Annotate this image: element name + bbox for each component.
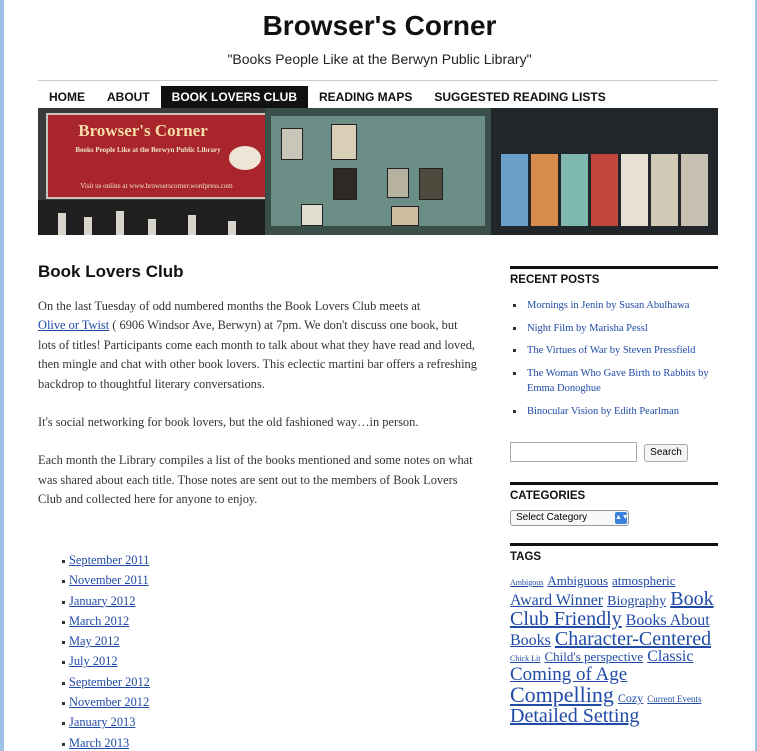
banner-display-case-panel (265, 108, 491, 235)
sidebar: RECENT POSTS Mornings in Jenin by Susan … (510, 266, 718, 726)
nav-book-lovers-club[interactable]: BOOK LOVERS CLUB (160, 86, 309, 108)
meeting-month-list: September 2011 November 2011 January 201… (38, 553, 150, 751)
select-arrows-icon: ▲▼ (615, 512, 629, 524)
tags-heading: TAGS (510, 543, 718, 567)
tag-link[interactable]: Biography (607, 594, 666, 609)
sign-url: Visit us online at www.browserscorner.wo… (80, 182, 233, 190)
month-link[interactable]: May 2012 (38, 634, 150, 654)
tag-link[interactable]: Ambigous (510, 578, 543, 587)
tag-link[interactable]: Compelling (510, 682, 614, 707)
tag-link[interactable]: Classic (647, 648, 693, 665)
sign-speech-bubble (229, 146, 261, 170)
tag-link[interactable]: Current Events (647, 694, 701, 704)
site-title[interactable]: Browser's Corner (4, 10, 755, 42)
networking-paragraph: It's social networking for book lovers, … (38, 415, 419, 430)
month-link[interactable]: November 2012 (38, 695, 150, 715)
main-nav: HOME ABOUT BOOK LOVERS CLUB READING MAPS… (38, 86, 617, 108)
page: Browser's Corner "Books People Like at t… (4, 0, 755, 751)
nav-about[interactable]: ABOUT (96, 86, 161, 108)
display-case (271, 116, 485, 226)
tag-link[interactable]: Ambiguous (547, 573, 608, 588)
tag-link[interactable]: Detailed Setting (510, 705, 639, 727)
month-link[interactable]: March 2012 (38, 614, 150, 634)
category-select[interactable]: Select Category ▲▼ (510, 510, 629, 526)
month-link[interactable]: July 2012 (38, 654, 150, 674)
main-content: Book Lovers Club On the last Tuesday of … (38, 262, 478, 510)
library-sign: Browser's Corner Books People Like at th… (46, 113, 267, 199)
tag-link[interactable]: Cozy (618, 691, 643, 705)
sign-title: Browser's Corner (78, 121, 208, 140)
recent-posts-list: Mornings in Jenin by Susan Abulhawa Nigh… (510, 298, 718, 426)
nav-reading-maps[interactable]: READING MAPS (308, 86, 423, 108)
tag-link[interactable]: Character-Centered (555, 628, 711, 650)
notes-paragraph: Each month the Library compiles a list o… (38, 453, 473, 507)
tag-link[interactable]: atmospheric (612, 573, 676, 588)
header-divider (38, 80, 718, 81)
banner-sign-panel: Browser's Corner Books People Like at th… (38, 108, 267, 235)
intro-paragraph: On the last Tuesday of odd numbered mont… (38, 297, 478, 394)
categories-heading: CATEGORIES (510, 482, 718, 506)
olive-or-twist-link[interactable]: Olive or Twist (38, 318, 109, 332)
tag-link[interactable]: Child's perspective (544, 649, 643, 664)
month-link[interactable]: November 2011 (38, 573, 150, 593)
nav-suggested-reading-lists[interactable]: SUGGESTED READING LISTS (423, 86, 616, 108)
nav-home[interactable]: HOME (38, 86, 96, 108)
recent-post-link[interactable]: The Woman Who Gave Birth to Rabbits by E… (510, 366, 718, 397)
month-link[interactable]: January 2012 (38, 594, 150, 614)
page-title: Book Lovers Club (38, 262, 184, 281)
recent-post-link[interactable]: Binocular Vision by Edith Pearlman (510, 404, 718, 420)
category-select-value: Select Category (516, 512, 588, 523)
month-link[interactable]: September 2012 (38, 675, 150, 695)
month-link[interactable]: January 2013 (38, 715, 150, 735)
intro-text: On the last Tuesday of odd numbered mont… (38, 299, 421, 313)
search-button[interactable]: Search (644, 444, 688, 462)
banner-books-panel (491, 108, 718, 235)
tag-link[interactable]: Chick Lit (510, 654, 540, 663)
recent-post-link[interactable]: Mornings in Jenin by Susan Abulhawa (510, 298, 718, 314)
bookshelf (38, 200, 265, 235)
recent-post-link[interactable]: The Virtues of War by Steven Pressfield (510, 343, 718, 359)
site-tagline: "Books People Like at the Berwyn Public … (227, 51, 532, 67)
search-input[interactable] (510, 442, 637, 462)
tag-link[interactable]: Award Winner (510, 592, 603, 609)
month-link[interactable]: September 2011 (38, 553, 150, 573)
header-banner-image: Browser's Corner Books People Like at th… (38, 108, 718, 235)
recent-post-link[interactable]: Night Film by Marisha Pessl (510, 321, 718, 337)
month-link[interactable]: March 2013 (38, 736, 150, 751)
tag-cloud: Ambigous Ambiguous atmospheric Award Win… (510, 573, 718, 726)
recent-posts-heading: RECENT POSTS (510, 266, 718, 290)
sign-subtitle: Books People Like at the Berwyn Public L… (75, 146, 221, 154)
